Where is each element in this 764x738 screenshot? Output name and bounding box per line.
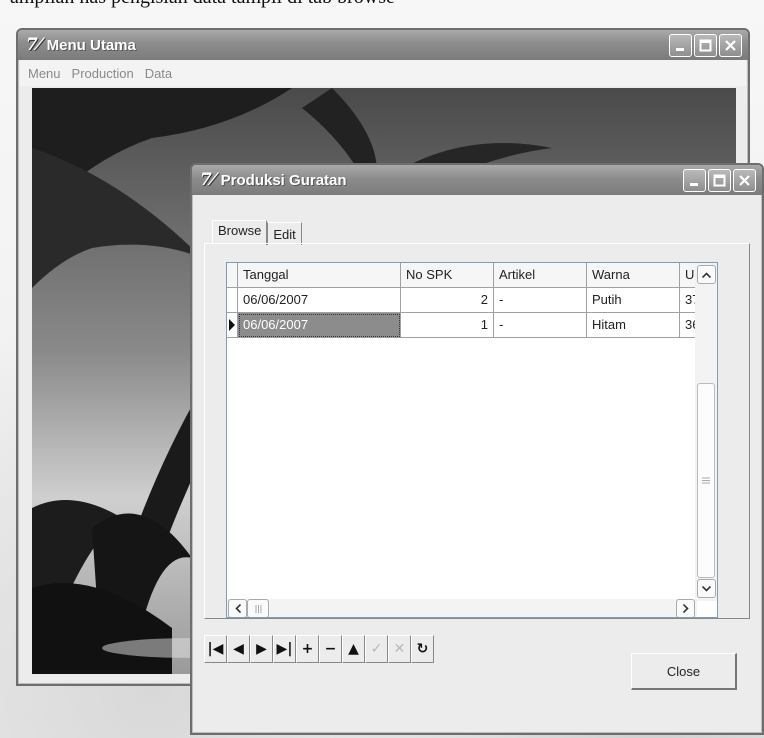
minimize-button[interactable] [683,169,706,192]
cancel-icon: ✕ [393,641,406,657]
nav-last-button[interactable]: ▶| [273,635,296,663]
scroll-down-button[interactable] [697,579,716,598]
cell-tanggal[interactable]: 06/06/2007 [238,288,401,313]
produksi-window-title: Produksi Guratan [220,171,347,189]
grip-icon [255,604,261,613]
data-grid[interactable]: Tanggal No SPK Artikel Warna U 06/06/200… [226,262,718,618]
chevron-down-icon [702,585,711,592]
app-logo-icon: 7⁄ [200,170,215,190]
last-record-icon: ▶| [276,641,293,657]
post-icon: ✓ [370,641,383,657]
row-indicator-cell [227,313,238,338]
produksi-titlebar[interactable]: 7⁄ Produksi Guratan [192,165,762,195]
db-navigator: |◀ ◀ ▶ ▶| + − ▲ ✓ ✕ ↻ [204,635,434,663]
column-header-tanggal[interactable]: Tanggal [238,263,401,288]
document-caption: ampilan has pengisian data tampil di tab… [10,0,750,10]
close-window-button[interactable] [733,169,756,192]
horizontal-scrollbar[interactable] [227,599,697,617]
column-header-artikel[interactable]: Artikel [494,263,587,288]
minimize-button[interactable] [669,34,692,57]
nav-post-button[interactable]: ✓ [365,635,388,663]
scroll-up-button[interactable] [697,265,716,284]
main-window-title: Menu Utama [46,36,136,54]
minimize-icon [690,183,698,186]
cell-artikel[interactable]: - [494,313,587,338]
close-icon [725,40,736,51]
scroll-left-button[interactable] [228,599,247,617]
tab-browse[interactable]: Browse [212,220,268,245]
current-row-pointer-icon [229,319,235,331]
nav-insert-button[interactable]: + [296,635,319,663]
scroll-right-button[interactable] [676,599,695,617]
refresh-icon: ↻ [416,641,429,657]
cell-warna[interactable]: Putih [587,288,680,313]
tab-edit-label: Edit [273,227,296,242]
close-button[interactable]: Close [631,653,737,690]
header-indicator-cell [227,263,238,288]
next-record-icon: ▶ [256,641,267,657]
cell-artikel[interactable]: - [494,288,587,313]
first-record-icon: |◀ [207,641,224,657]
nav-edit-button[interactable]: ▲ [342,635,365,663]
grid-header: Tanggal No SPK Artikel Warna U [227,263,702,288]
nav-cancel-button[interactable]: ✕ [388,635,411,663]
horizontal-scroll-thumb[interactable] [247,599,269,617]
grip-icon [702,477,710,484]
maximize-button[interactable] [694,34,717,57]
vertical-scrollbar[interactable] [695,263,717,601]
chevron-up-icon [702,271,711,278]
edit-icon: ▲ [348,641,359,657]
maximize-icon [713,174,726,187]
nav-prior-button[interactable]: ◀ [227,635,250,663]
menubar: Menu Production Data [20,60,746,86]
column-header-warna[interactable]: Warna [587,263,680,288]
table-row[interactable]: 06/06/2007 1 - Hitam 36 [227,313,702,338]
nav-delete-button[interactable]: − [319,635,342,663]
menu-item-production[interactable]: Production [72,66,134,81]
tab-strip: Browse Edit [212,220,302,245]
menu-item-menu[interactable]: Menu [28,66,61,81]
tab-browse-label: Browse [218,223,262,238]
insert-icon: + [301,641,314,657]
maximize-button[interactable] [708,169,731,192]
close-button-label: Close [666,663,701,679]
cell-tanggal[interactable]: 06/06/2007 [238,313,401,338]
table-row[interactable]: 06/06/2007 2 - Putih 37 [227,288,702,313]
close-window-button[interactable] [719,34,742,57]
menu-item-data[interactable]: Data [145,66,172,81]
delete-icon: − [324,641,337,657]
vertical-scroll-thumb[interactable] [697,383,715,578]
column-header-no-spk[interactable]: No SPK [401,263,494,288]
cell-no-spk[interactable]: 2 [401,288,494,313]
chevron-left-icon [234,604,241,613]
close-icon [739,175,750,186]
prior-record-icon: ◀ [233,641,244,657]
app-logo-icon: 7⁄ [26,35,41,55]
cell-warna[interactable]: Hitam [587,313,680,338]
minimize-icon [676,48,684,51]
tab-edit[interactable]: Edit [267,222,302,245]
row-indicator-cell [227,288,238,313]
nav-first-button[interactable]: |◀ [204,635,227,663]
nav-next-button[interactable]: ▶ [250,635,273,663]
produksi-guratan-window: 7⁄ Produksi Guratan Browse Edit Tanggal … [190,163,764,735]
nav-refresh-button[interactable]: ↻ [411,635,434,663]
chevron-right-icon [682,604,689,613]
cell-no-spk[interactable]: 1 [401,313,494,338]
main-window-titlebar[interactable]: 7⁄ Menu Utama [18,30,748,60]
maximize-icon [699,39,712,52]
